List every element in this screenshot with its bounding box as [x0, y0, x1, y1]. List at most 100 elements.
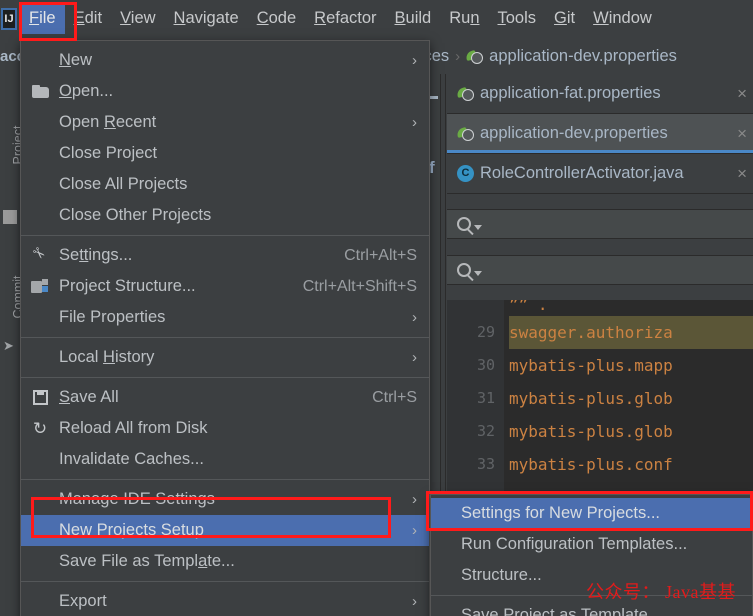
menu-item-label: Project Structure...	[59, 277, 196, 295]
menu-item-local-history[interactable]: Local History ›	[21, 342, 429, 373]
submenu-item-settings-for-new-projects[interactable]: Settings for New Projects...	[431, 498, 752, 529]
chevron-down-icon[interactable]	[474, 271, 482, 276]
menu-item-shortcut: Ctrl+Alt+S	[344, 246, 417, 264]
editor-tab-strip: application-fat.properties × application…	[447, 74, 753, 194]
menu-item-file-properties[interactable]: File Properties ›	[21, 302, 429, 333]
menu-item-label: New Projects Setup	[59, 521, 204, 539]
menu-build[interactable]: Build	[386, 4, 441, 34]
menu-item-invalidate-caches[interactable]: Invalidate Caches...	[21, 444, 429, 475]
menu-item-close-other-projects[interactable]: Close Other Projects	[21, 200, 429, 231]
code-line: swagger.authoriza	[509, 316, 753, 349]
menu-item-save-file-as-template[interactable]: Save File as Template...	[21, 546, 429, 577]
menu-item-label: Manage IDE Settings	[59, 490, 215, 508]
line-number: 32	[476, 422, 495, 440]
menu-item-save-all[interactable]: Save All Ctrl+S	[21, 382, 429, 413]
menu-separator	[21, 235, 429, 236]
file-menu-dropdown: New › Open... Open Recent › Close Projec…	[20, 40, 430, 616]
menu-item-label: Open...	[59, 82, 114, 100]
menu-refactor[interactable]: Refactor	[305, 4, 385, 34]
editor-tab-rolecontrolleractivator[interactable]: C RoleControllerActivator.java ×	[447, 154, 753, 194]
tab-label: application-fat.properties	[480, 84, 661, 102]
menu-item-project-structure[interactable]: Project Structure... Ctrl+Alt+Shift+S	[21, 271, 429, 302]
tab-close-icon[interactable]: ×	[731, 164, 747, 184]
app-logo-icon: IJ	[1, 8, 17, 30]
menu-git[interactable]: Git	[545, 4, 584, 34]
arrow-right-icon[interactable]: ➤	[3, 338, 14, 354]
chevron-right-icon: ›	[412, 309, 417, 326]
line-number: 31	[476, 389, 495, 407]
menu-separator	[21, 581, 429, 582]
menu-item-close-all-projects[interactable]: Close All Projects	[21, 169, 429, 200]
menu-item-close-project[interactable]: Close Project	[21, 138, 429, 169]
search-icon	[457, 217, 471, 231]
menu-item-label: Close Other Projects	[59, 206, 212, 224]
menu-separator	[21, 337, 429, 338]
tab-label: application-dev.properties	[480, 124, 668, 142]
menu-item-new-projects-setup[interactable]: New Projects Setup ›	[21, 515, 429, 546]
chevron-right-icon: ›	[412, 52, 417, 69]
menu-item-label: Settings...	[59, 246, 133, 264]
breadcrumb[interactable]: rces › application-dev.properties	[414, 38, 753, 74]
tool-window-square-icon[interactable]	[3, 210, 17, 224]
menu-item-label: Save Project as Template...	[461, 606, 662, 616]
submenu-item-run-configuration-templates[interactable]: Run Configuration Templates...	[431, 529, 752, 560]
editor-tab-application-dev[interactable]: application-dev.properties ×	[447, 114, 753, 154]
tab-close-icon[interactable]: ×	[731, 124, 747, 144]
code-line-partial: ”” .	[509, 300, 548, 314]
menu-view[interactable]: View	[111, 4, 164, 34]
menu-separator	[21, 479, 429, 480]
menu-item-shortcut: Ctrl+S	[372, 388, 417, 406]
menu-item-label: Save File as Template...	[59, 552, 235, 570]
menu-item-label: New	[59, 51, 93, 69]
properties-leaf-icon	[457, 125, 474, 142]
properties-leaf-icon	[466, 48, 484, 65]
properties-leaf-icon	[457, 85, 474, 102]
line-number: 29	[476, 323, 495, 341]
project-structure-icon	[21, 280, 59, 294]
save-icon	[21, 390, 59, 405]
chevron-right-icon: ›	[412, 522, 417, 539]
menu-window[interactable]: Window	[584, 4, 661, 34]
menu-edit[interactable]: Edit	[65, 4, 111, 34]
breadcrumb-file-name: application-dev.properties	[489, 46, 677, 65]
tab-close-icon[interactable]: ×	[731, 84, 747, 104]
editor-search-2[interactable]	[447, 255, 753, 285]
tab-label: RoleControllerActivator.java	[480, 164, 684, 182]
reload-icon: ↻	[32, 419, 48, 438]
chevron-down-icon[interactable]	[474, 225, 482, 230]
editor-tab-application-fat[interactable]: application-fat.properties ×	[447, 74, 753, 114]
partial-acc-label: acc	[0, 48, 22, 65]
watermark-text: 公众号： Java基基	[586, 582, 736, 602]
menu-item-reload-all-from-disk[interactable]: ↻ Reload All from Disk	[21, 413, 429, 444]
menu-navigate[interactable]: Navigate	[165, 4, 248, 34]
menu-item-label: Invalidate Caches...	[59, 450, 204, 468]
menu-item-shortcut: Ctrl+Alt+Shift+S	[302, 277, 417, 295]
editor-search-1[interactable]	[447, 209, 753, 239]
menu-item-open[interactable]: Open...	[21, 76, 429, 107]
menu-item-label: Open Recent	[59, 113, 157, 131]
menu-item-label: Save All	[59, 388, 119, 406]
menu-item-label: File Properties	[59, 308, 166, 326]
line-number: 33	[476, 455, 495, 473]
chevron-right-icon: ›	[412, 491, 417, 508]
folder-icon	[21, 85, 59, 98]
menu-code[interactable]: Code	[248, 4, 305, 34]
chevron-right-icon: ›	[412, 593, 417, 610]
code-text-lines: ”” . swagger.authoriza mybatis-plus.mapp…	[509, 300, 753, 514]
chevron-right-icon: ›	[412, 114, 417, 131]
menu-file[interactable]: FFileile	[20, 4, 65, 34]
menu-item-label: Local History	[59, 348, 155, 366]
menu-item-open-recent[interactable]: Open Recent ›	[21, 107, 429, 138]
menu-run[interactable]: Run	[440, 4, 488, 34]
menu-item-new[interactable]: New ›	[21, 45, 429, 76]
menu-item-manage-ide-settings[interactable]: Manage IDE Settings ›	[21, 484, 429, 515]
menu-tools[interactable]: Tools	[489, 4, 546, 34]
menu-item-settings[interactable]: ✂ Settings... Ctrl+Alt+S	[21, 240, 429, 271]
menu-item-label: Close All Projects	[59, 175, 188, 193]
wrench-icon: ✂	[27, 242, 49, 264]
menu-item-label: Run Configuration Templates...	[461, 535, 688, 553]
menu-item-export[interactable]: Export ›	[21, 586, 429, 616]
idea-window: rces › application-dev.properties off ap…	[0, 0, 753, 616]
chevron-right-icon: ›	[412, 349, 417, 366]
menu-item-label: Reload All from Disk	[59, 419, 208, 437]
